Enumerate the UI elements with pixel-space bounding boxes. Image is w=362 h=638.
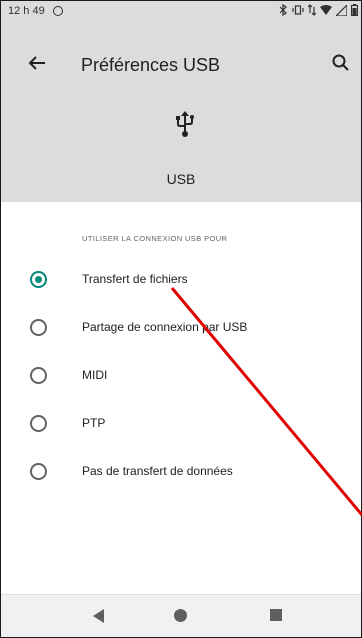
back-arrow-icon[interactable] [25, 51, 49, 75]
option-label: Pas de transfert de données [82, 464, 233, 478]
option-label: PTP [82, 416, 106, 430]
signal-icon [336, 4, 347, 16]
radio-button-selected[interactable] [30, 270, 47, 288]
option-label: MIDI [82, 368, 108, 382]
navigation-bar [1, 594, 361, 637]
option-ptp[interactable]: PTP [1, 401, 361, 445]
bluetooth-icon [279, 4, 287, 16]
nav-back-icon[interactable] [93, 609, 104, 623]
status-bar: 12 h 49 [1, 1, 361, 21]
vibrate-icon [292, 5, 304, 15]
radio-button[interactable] [30, 318, 47, 336]
data-transfer-icon [308, 4, 316, 16]
status-icons [279, 4, 358, 16]
option-midi[interactable]: MIDI [1, 353, 361, 397]
app-header: Préférences USB USB [1, 21, 361, 202]
radio-button[interactable] [30, 366, 47, 384]
option-file-transfer[interactable]: Transfert de fichiers [1, 257, 361, 301]
radio-button[interactable] [30, 462, 47, 480]
battery-icon [351, 4, 358, 16]
option-usb-tethering[interactable]: Partage de connexion par USB [1, 305, 361, 349]
option-label: Partage de connexion par USB [82, 320, 248, 334]
usb-device-label: USB [166, 171, 196, 187]
section-header: UTILISER LA CONNEXION USB POUR [82, 234, 228, 243]
page-title: Préférences USB [81, 55, 221, 75]
notification-icon [52, 6, 63, 16]
phone-screen: 12 h 49 Préférences USB USB UTILISER LA … [0, 0, 362, 638]
option-label: Transfert de fichiers [82, 272, 188, 286]
usb-icon [176, 111, 194, 137]
wifi-icon [320, 4, 332, 15]
radio-button[interactable] [30, 414, 47, 432]
search-icon[interactable] [329, 51, 353, 75]
option-no-data-transfer[interactable]: Pas de transfert de données [1, 449, 361, 493]
nav-recents-icon[interactable] [270, 609, 282, 621]
status-time: 12 h 49 [8, 5, 45, 17]
nav-home-icon[interactable] [174, 609, 187, 622]
